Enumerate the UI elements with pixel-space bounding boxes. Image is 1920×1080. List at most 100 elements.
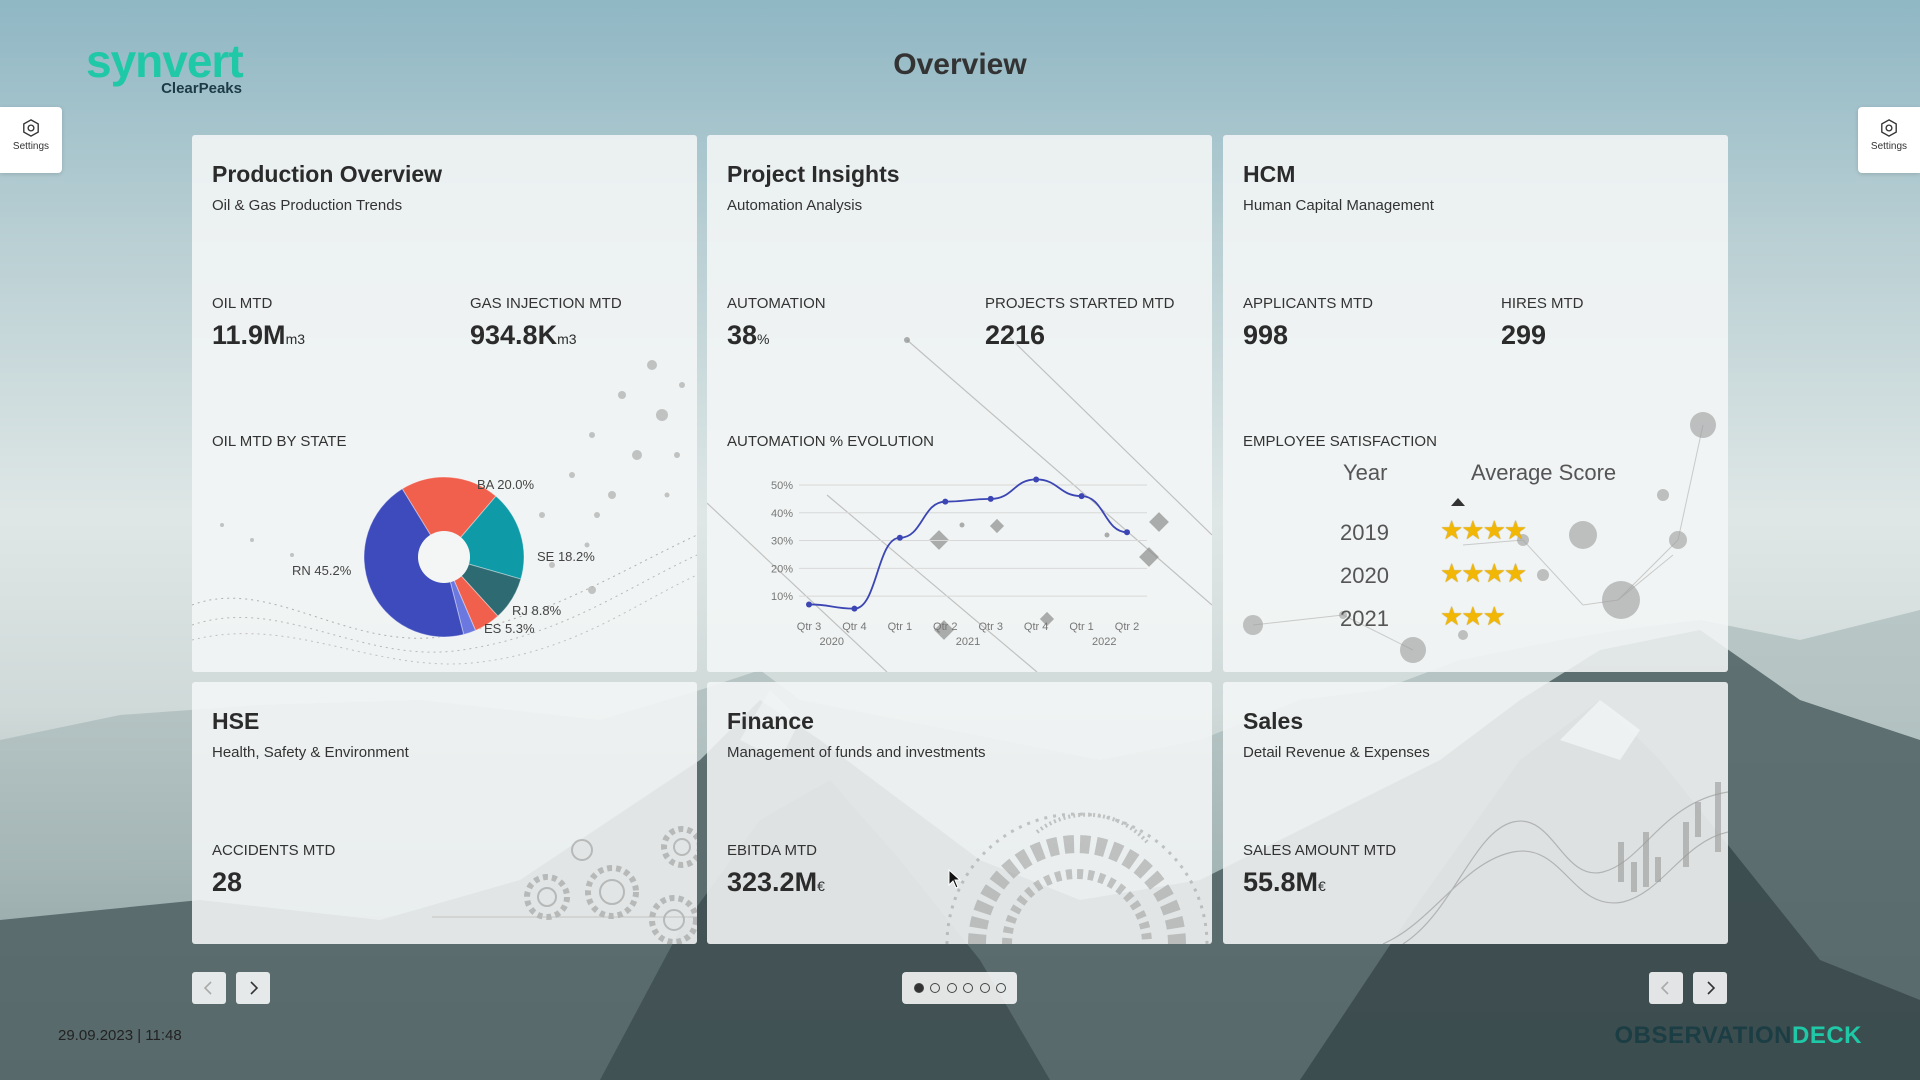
data-point[interactable] bbox=[987, 495, 994, 502]
next-page-button-left[interactable] bbox=[236, 972, 270, 1004]
observationdeck-logo: OBSERVATIONDECK bbox=[1614, 1022, 1862, 1050]
kpi-unit: m3 bbox=[557, 331, 577, 347]
tile-project-insights[interactable]: Project Insights Automation Analysis AUT… bbox=[707, 135, 1212, 672]
kpi-automation: AUTOMATION 38% bbox=[727, 295, 826, 351]
kpi-value: 28 bbox=[212, 867, 335, 898]
x-tick-label: Qtr 2 bbox=[933, 621, 957, 633]
brand-text-b: DECK bbox=[1791, 1022, 1862, 1049]
kpi-label: AUTOMATION bbox=[727, 295, 826, 312]
kpi-unit: € bbox=[1318, 878, 1326, 894]
kpi-number: 38 bbox=[727, 320, 758, 350]
tile-hse[interactable]: HSE Health, Safety & Environment ACCIDEN… bbox=[192, 682, 697, 944]
sort-ascending-icon[interactable] bbox=[1451, 498, 1465, 506]
table-row-year: 2019 bbox=[1340, 520, 1389, 545]
table-row-year: 2020 bbox=[1340, 563, 1389, 588]
prev-page-button-right[interactable] bbox=[1649, 972, 1683, 1004]
tile-title: Sales bbox=[1243, 708, 1304, 734]
data-point[interactable] bbox=[1033, 476, 1040, 483]
kpi-label: SALES AMOUNT MTD bbox=[1243, 842, 1397, 859]
x-tick-label: Qtr 3 bbox=[978, 621, 1002, 633]
page-dot[interactable] bbox=[930, 983, 940, 993]
kpi-unit: € bbox=[817, 878, 825, 894]
kpi-applicants-mtd: APPLICANTS MTD 998 bbox=[1243, 295, 1373, 351]
kpi-ebitda-mtd: EBITDA MTD 323.2M€ bbox=[727, 842, 825, 898]
donut-hole bbox=[418, 531, 470, 583]
x-year-label: 2021 bbox=[956, 636, 980, 648]
page-title: Overview bbox=[893, 48, 1027, 81]
settings-button-left[interactable]: Settings bbox=[0, 107, 62, 173]
column-header-average-score[interactable]: Average Score bbox=[1471, 460, 1616, 486]
current-datetime: 29.09.2023 | 11:48 bbox=[58, 1027, 182, 1044]
tile-hcm[interactable]: HCM Human Capital Management APPLICANTS … bbox=[1223, 135, 1728, 672]
data-point[interactable] bbox=[942, 498, 949, 505]
settings-icon bbox=[23, 119, 39, 137]
tile-title: HCM bbox=[1243, 161, 1296, 187]
brand-text-a: OBSERVATION bbox=[1614, 1022, 1792, 1049]
data-point[interactable] bbox=[806, 601, 812, 608]
kpi-value: 2216 bbox=[985, 320, 1174, 351]
kpi-number: 2216 bbox=[985, 320, 1046, 350]
settings-icon bbox=[1881, 119, 1897, 137]
tile-title: Production Overview bbox=[212, 161, 443, 187]
data-point[interactable] bbox=[851, 605, 858, 612]
tile-subtitle: Health, Safety & Environment bbox=[212, 744, 409, 761]
x-year-label: 2020 bbox=[819, 636, 843, 648]
kpi-number: 28 bbox=[212, 867, 243, 897]
chevron-left-icon bbox=[203, 981, 212, 995]
section-label: EMPLOYEE SATISFACTION bbox=[1243, 433, 1437, 450]
page-dot[interactable] bbox=[963, 983, 973, 993]
chevron-left-icon bbox=[1660, 981, 1669, 995]
data-point[interactable] bbox=[896, 534, 903, 541]
x-tick-label: Qtr 4 bbox=[842, 621, 866, 633]
mouse-cursor-icon bbox=[948, 869, 962, 889]
tile-sales[interactable]: Sales Detail Revenue & Expenses SALES AM… bbox=[1223, 682, 1728, 944]
x-tick-label: Qtr 4 bbox=[1024, 621, 1048, 633]
x-tick-label: Qtr 1 bbox=[1069, 621, 1093, 633]
kpi-label: GAS INJECTION MTD bbox=[470, 295, 622, 312]
y-tick-label: 20% bbox=[771, 563, 793, 575]
pie-label-rj: RJ 8.8% bbox=[512, 603, 562, 618]
series-line bbox=[808, 478, 1128, 610]
page-dot[interactable] bbox=[980, 983, 990, 993]
pie-label-ba: BA 20.0% bbox=[477, 477, 535, 492]
network-decoration bbox=[1243, 412, 1716, 663]
next-page-button-right[interactable] bbox=[1693, 972, 1727, 1004]
tile-production-overview[interactable]: Production Overview Oil & Gas Production… bbox=[192, 135, 697, 672]
page-dot[interactable] bbox=[914, 983, 924, 993]
kpi-sales-amount-mtd: SALES AMOUNT MTD 55.8M€ bbox=[1243, 842, 1396, 898]
kpi-value: 38% bbox=[727, 320, 826, 351]
x-tick-label: Qtr 2 bbox=[1115, 621, 1139, 633]
kpi-value: 11.9Mm3 bbox=[212, 320, 305, 351]
tile-finance[interactable]: Finance Management of funds and investme… bbox=[707, 682, 1212, 944]
column-header-year[interactable]: Year bbox=[1343, 460, 1387, 486]
x-tick-label: Qtr 3 bbox=[797, 621, 821, 633]
tile-title: Finance bbox=[727, 708, 814, 734]
y-tick-label: 50% bbox=[771, 480, 793, 492]
kpi-value: 998 bbox=[1243, 320, 1373, 351]
data-point[interactable] bbox=[1124, 529, 1130, 536]
section-label: AUTOMATION % EVOLUTION bbox=[727, 433, 934, 450]
settings-label: Settings bbox=[12, 141, 50, 152]
settings-label: Settings bbox=[1870, 141, 1908, 152]
kpi-label: APPLICANTS MTD bbox=[1243, 295, 1374, 312]
automation-evolution-line-chart[interactable]: 10% 20% 30% 40% 50% Qtr 3 Qtr 4 Qtr 1 Qtr 2 Qtr 3… bbox=[707, 455, 1212, 672]
pie-label-es: ES 5.3% bbox=[484, 621, 535, 636]
page-dot[interactable] bbox=[947, 983, 957, 993]
kpi-accidents-mtd: ACCIDENTS MTD 28 bbox=[212, 842, 335, 898]
data-point[interactable] bbox=[1078, 493, 1085, 500]
tile-title: Project Insights bbox=[727, 161, 900, 187]
page-dot[interactable] bbox=[996, 983, 1006, 993]
table-row-year: 2021 bbox=[1340, 606, 1389, 631]
kpi-number: 11.9M bbox=[212, 320, 286, 350]
y-tick-label: 40% bbox=[771, 508, 793, 520]
kpi-number: 55.8M bbox=[1243, 867, 1319, 897]
kpi-label: ACCIDENTS MTD bbox=[212, 842, 336, 859]
oil-by-state-donut-chart[interactable]: BA 20.0% SE 18.2% RJ 8.8% ES 5.3% RN 45.2% bbox=[192, 455, 697, 672]
settings-button-right[interactable]: Settings bbox=[1858, 107, 1920, 173]
kpi-number: 323.2M bbox=[727, 867, 818, 897]
kpi-label: OIL MTD bbox=[212, 295, 273, 312]
tile-subtitle: Management of funds and investments bbox=[727, 744, 986, 761]
section-label: OIL MTD BY STATE bbox=[212, 433, 347, 450]
star-rating: ★★★★ bbox=[1440, 558, 1527, 588]
prev-page-button-left[interactable] bbox=[192, 972, 226, 1004]
